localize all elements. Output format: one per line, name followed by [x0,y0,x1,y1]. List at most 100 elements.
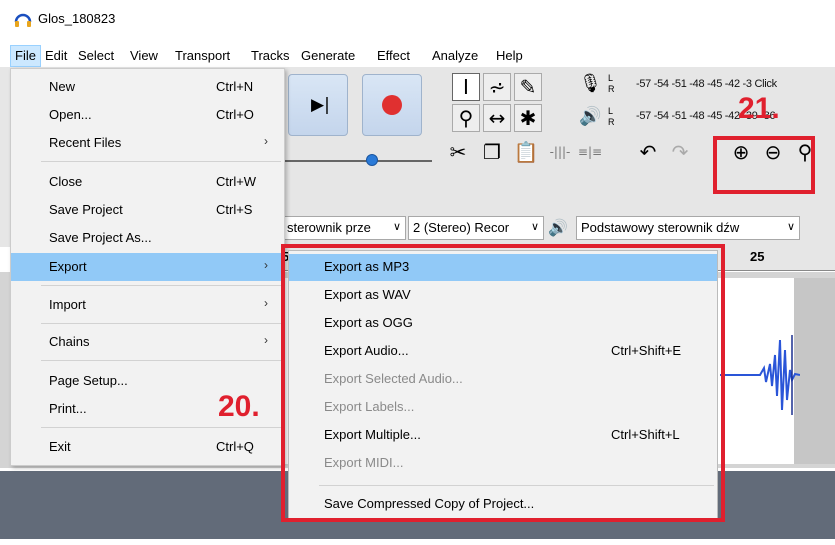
play-meter-scale[interactable]: -57 -54 -51 -48 -45 -42 -39 -36 [636,110,835,122]
zoom-out-icon: ⊖ [764,140,782,164]
file-menu-recent-files[interactable]: Recent Files › [11,129,284,157]
menu-item-shortcut: Ctrl+O [216,107,254,122]
chevron-down-icon: ∨ [392,221,401,233]
menu-tracks[interactable]: Tracks [251,48,290,63]
audio-host-value: sterownik prze [287,220,371,235]
menu-item-label: New [49,79,76,94]
audio-host-select[interactable]: sterownik prze ∨ [282,216,406,240]
menu-generate[interactable]: Generate [301,48,355,63]
menu-bar: File Edit Select View Transport Tracks G… [0,45,835,67]
chevron-right-icon: › [264,258,268,272]
audio-waveform [720,335,800,415]
zoom-in-button[interactable]: ⊕ [727,138,755,166]
menu-item-label: Export as OGG [324,315,413,330]
menu-separator [41,285,281,286]
zoom-tool-button[interactable]: ⚲ [452,104,480,132]
copy-icon: ❐ [483,140,501,164]
recording-channels-select[interactable]: 2 (Stereo) Recor ∨ [408,216,544,240]
menu-transport[interactable]: Transport [175,48,230,63]
file-menu-new[interactable]: New Ctrl+N [11,73,284,101]
menu-item-shortcut: Ctrl+Shift+E [611,343,682,358]
file-menu-exit[interactable]: Exit Ctrl+Q [11,433,284,461]
undo-button[interactable]: ↶ [634,138,662,166]
playback-speed-slider-track[interactable] [282,160,432,162]
export-as-mp3[interactable]: Export as MP3 [289,254,717,281]
play-meter-r: R [608,117,615,127]
record-icon [382,95,402,115]
trim-button[interactable]: -|||- [546,138,574,166]
cut-button[interactable]: ✂ [444,138,472,166]
export-submenu: Export as MP3 Export as WAV Export as OG… [288,250,718,520]
skip-to-end-button[interactable]: ▶| [288,74,348,136]
menu-select[interactable]: Select [78,48,114,63]
menu-item-label: Save Compressed Copy of Project... [324,496,535,511]
multi-tool-button[interactable]: ✱ [514,104,542,132]
menu-item-shortcut: Ctrl+Q [216,439,254,454]
record-button[interactable] [362,74,422,136]
menu-separator [319,485,714,486]
redo-icon: ↷ [671,140,689,164]
selection-tool-button[interactable]: I [452,73,480,101]
export-as-wav[interactable]: Export as WAV [289,282,717,309]
menu-item-shortcut: Ctrl+Shift+L [611,427,680,442]
envelope-tool-button[interactable]: ⩫ [483,73,511,101]
zoom-in-icon: ⊕ [732,140,750,164]
speaker-icon: 🔊 [548,220,568,237]
menu-analyze[interactable]: Analyze [432,48,478,63]
time-shift-tool-button[interactable]: ↔ [483,104,511,132]
menu-separator [41,360,281,361]
record-meter-scale[interactable]: -57 -54 -51 -48 -45 -42 -3 Click [636,78,835,90]
menu-separator [41,427,281,428]
ruler-tick: 25 [750,249,765,264]
export-labels[interactable]: Export Labels... [289,394,717,421]
headphones-app-icon [14,13,32,27]
menu-item-label: Export as WAV [324,287,411,302]
export-as-ogg[interactable]: Export as OGG [289,310,717,337]
title-bar: Glos_180823 [0,0,835,40]
paste-button[interactable]: 📋 [512,138,540,166]
file-menu-chains[interactable]: Chains › [11,328,284,356]
time-shift-icon: ↔ [488,106,506,130]
trim-icon: -|||- [549,145,571,159]
fit-selection-button[interactable]: ⚲ [791,138,819,166]
menu-edit[interactable]: Edit [45,48,67,63]
silence-button[interactable]: ≡|≡ [576,138,604,166]
audio-track-unselected-region[interactable] [794,278,835,464]
play-to-end-icon: ▶| [311,95,330,115]
file-menu-export[interactable]: Export › [11,253,284,281]
menu-item-label: Exit [49,439,71,454]
chevron-down-icon: ∨ [786,221,795,233]
menu-item-label: Print... [49,401,87,416]
playback-device-select[interactable]: Podstawowy sterownik dźw ∨ [576,216,800,240]
file-menu-open[interactable]: Open... Ctrl+O [11,101,284,129]
save-compressed-copy[interactable]: Save Compressed Copy of Project... [289,491,717,518]
pencil-icon: ✎ [519,75,537,99]
menu-separator [41,323,281,324]
recording-channels-value: 2 (Stereo) Recor [413,220,510,235]
copy-button[interactable]: ❐ [478,138,506,166]
file-menu-close[interactable]: Close Ctrl+W [11,168,284,196]
export-audio[interactable]: Export Audio... Ctrl+Shift+E [289,338,717,365]
menu-file[interactable]: File [10,45,41,67]
file-menu-import[interactable]: Import › [11,291,284,319]
menu-effect[interactable]: Effect [377,48,410,63]
playback-speed-slider-handle[interactable] [366,154,378,166]
export-midi[interactable]: Export MIDI... [289,450,717,477]
file-menu-save-project[interactable]: Save Project Ctrl+S [11,196,284,224]
file-menu-save-project-as[interactable]: Save Project As... [11,224,284,252]
export-multiple[interactable]: Export Multiple... Ctrl+Shift+L [289,422,717,449]
menu-item-shortcut: Ctrl+W [216,174,257,189]
speaker-icon: 🔊 [579,106,602,126]
menu-item-shortcut: Ctrl+S [216,202,253,217]
menu-item-label: Export Audio... [324,343,409,358]
menu-view[interactable]: View [130,48,158,63]
menu-item-label: Export MIDI... [324,455,404,470]
menu-help[interactable]: Help [496,48,523,63]
asterisk-icon: ✱ [519,106,537,130]
zoom-out-button[interactable]: ⊖ [759,138,787,166]
redo-button[interactable]: ↷ [666,138,694,166]
undo-icon: ↶ [639,140,657,164]
draw-tool-button[interactable]: ✎ [514,73,542,101]
export-selected-audio[interactable]: Export Selected Audio... [289,366,717,393]
record-meter-r: R [608,84,615,94]
